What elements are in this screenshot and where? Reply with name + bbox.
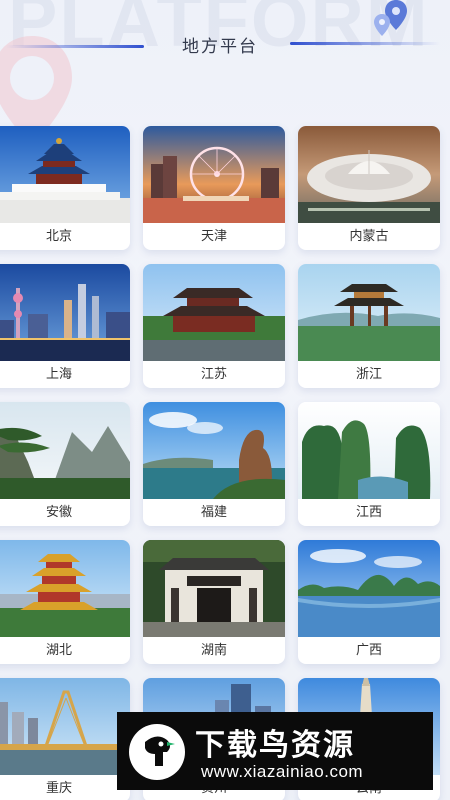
header-line-right <box>290 42 440 45</box>
region-label: 江西 <box>355 505 382 520</box>
region-label: 江苏 <box>200 367 227 382</box>
region-card-shanghai[interactable]: 上海 <box>0 264 130 388</box>
region-card-guangxi[interactable]: 广西 <box>298 540 440 664</box>
region-card-zhejiang[interactable]: 浙江 <box>298 264 440 388</box>
region-label: 湖北 <box>45 643 72 658</box>
bird-logo-icon <box>129 724 185 780</box>
region-card-beijing[interactable]: 北京 <box>0 126 130 250</box>
header-line-left <box>6 45 144 48</box>
region-image <box>298 126 440 223</box>
region-image <box>143 264 285 361</box>
region-card-tianjin[interactable]: 天津 <box>143 126 285 250</box>
region-image <box>143 126 285 223</box>
region-label: 广西 <box>355 643 382 658</box>
region-image <box>0 126 130 223</box>
region-label: 湖南 <box>200 643 227 658</box>
region-label: 内蒙古 <box>349 229 389 244</box>
region-card-hubei[interactable]: 湖北 <box>0 540 130 664</box>
region-card-neimenggu[interactable]: 内蒙古 <box>298 126 440 250</box>
region-card-anhui[interactable]: 安徽 <box>0 402 130 526</box>
region-card-chongqing[interactable]: 重庆 <box>0 678 130 800</box>
region-card-jiangsu[interactable]: 江苏 <box>143 264 285 388</box>
region-label: 福建 <box>200 505 227 520</box>
section-header: 地方平台 <box>0 28 450 64</box>
region-card-hunan[interactable]: 湖南 <box>143 540 285 664</box>
region-image <box>0 678 130 775</box>
region-label: 重庆 <box>45 781 72 796</box>
region-image <box>298 540 440 637</box>
brand-url: www.xiazainiao.com <box>201 762 364 781</box>
region-card-jiangxi[interactable]: 江西 <box>298 402 440 526</box>
brand-watermark-banner: 下载鸟资源 www.xiazainiao.com <box>117 712 433 790</box>
page-title: 地方平台 <box>182 37 258 57</box>
region-image <box>298 264 440 361</box>
region-image <box>0 540 130 637</box>
region-label: 北京 <box>45 229 72 244</box>
region-label: 浙江 <box>355 367 382 382</box>
region-label: 上海 <box>45 367 72 382</box>
region-image <box>143 540 285 637</box>
region-image <box>143 402 285 499</box>
region-label: 安徽 <box>45 505 72 520</box>
region-image <box>0 264 130 361</box>
region-label: 天津 <box>200 229 227 244</box>
region-image <box>0 402 130 499</box>
region-image <box>298 402 440 499</box>
brand-name: 下载鸟资源 <box>195 728 355 763</box>
region-card-fujian[interactable]: 福建 <box>143 402 285 526</box>
